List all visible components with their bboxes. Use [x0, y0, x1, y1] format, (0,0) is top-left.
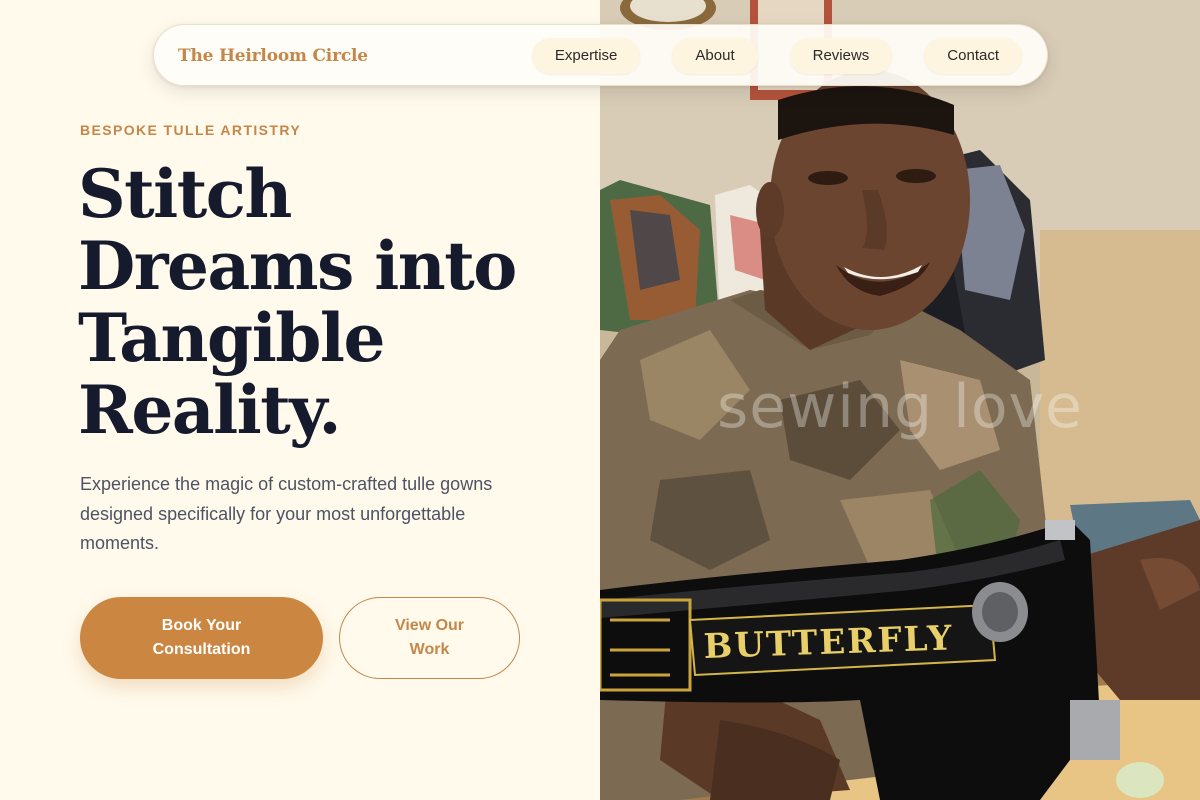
- nav-link-reviews[interactable]: Reviews: [789, 38, 893, 74]
- nav-link-about[interactable]: About: [672, 38, 758, 74]
- hero-subtext: Experience the magic of custom-crafted t…: [80, 474, 493, 553]
- nav-link-expertise[interactable]: Expertise: [531, 38, 641, 74]
- top-navbar: The Heirloom Circle Expertise About Revi…: [153, 24, 1048, 86]
- nav-links: Expertise About Reviews Contact: [531, 38, 1022, 74]
- hero-headline: Stitch Dreams into Tangible Reality.: [78, 155, 517, 449]
- hero-photo: BUTTERFLY sewing love: [600, 0, 1200, 800]
- hero-eyebrow: BESPOKE TULLE ARTISTRY: [80, 122, 302, 138]
- nav-link-contact[interactable]: Contact: [924, 38, 1022, 74]
- brand-logo[interactable]: The Heirloom Circle: [178, 25, 368, 87]
- book-consultation-button[interactable]: Book Your Consultation: [80, 597, 323, 679]
- view-work-button[interactable]: View Our Work: [339, 597, 520, 679]
- landing-page: BUTTERFLY sewing love The Heirloom Circl…: [0, 0, 1200, 800]
